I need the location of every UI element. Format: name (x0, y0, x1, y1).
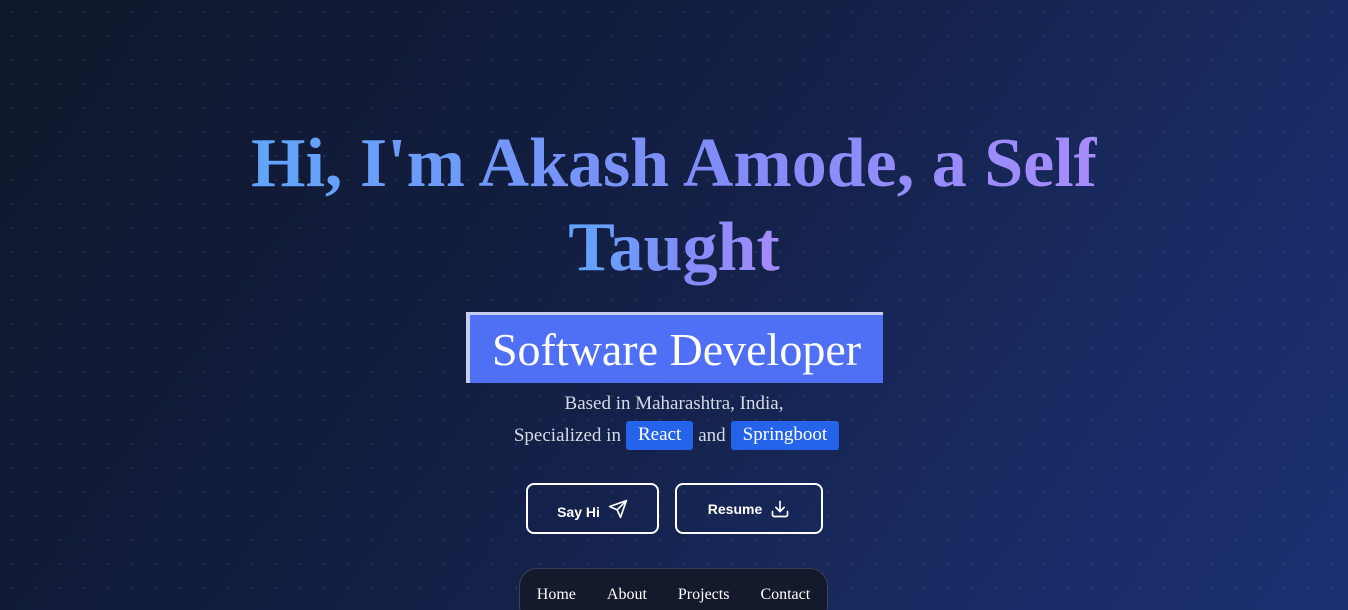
role-text: Software Developer (491, 323, 862, 375)
specialization-line: Specialized in React and Springboot (0, 421, 1348, 450)
hero-title: Hi, I'm Akash Amode, a Self Taught (0, 122, 1348, 290)
nav-item-projects[interactable]: Projects (678, 586, 730, 604)
location-text: Based in Maharashtra, India, (564, 393, 784, 414)
say-hi-button[interactable]: Say Hi (526, 483, 659, 534)
say-hi-label: Say Hi (557, 503, 600, 520)
bottom-nav: Home About Projects Contact (519, 568, 828, 610)
background-dot-pattern (0, 0, 1348, 610)
nav-item-about[interactable]: About (607, 586, 647, 604)
nav-item-contact[interactable]: Contact (760, 586, 810, 604)
hero-title-line-2: Taught (568, 206, 779, 290)
nav-item-home[interactable]: Home (537, 586, 576, 604)
skill-tag-react: React (625, 421, 694, 450)
resume-button[interactable]: Resume (675, 483, 823, 534)
hero-title-line-1: Hi, I'm Akash Amode, a Self (251, 122, 1097, 206)
role-highlight: Software Developer (466, 312, 883, 383)
download-icon (770, 499, 790, 519)
send-icon (608, 499, 628, 519)
resume-label: Resume (707, 500, 763, 517)
specialized-prefix: Specialized in (513, 424, 621, 446)
skill-tag-springboot: Springboot (730, 421, 840, 450)
conjunction-text: and (698, 424, 726, 446)
